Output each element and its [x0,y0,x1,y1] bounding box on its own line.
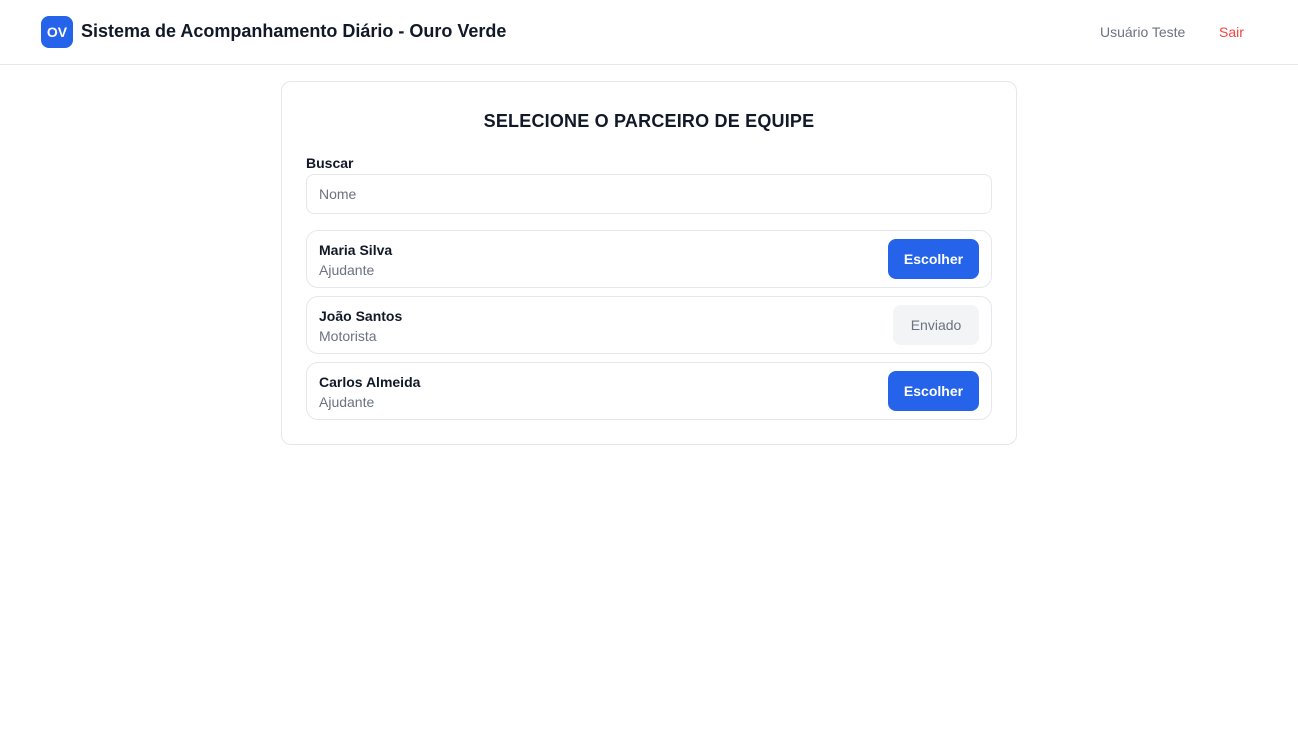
choose-button[interactable]: Escolher [888,371,979,411]
partner-list: Maria Silva Ajudante Escolher João Santo… [306,230,992,428]
list-item: Maria Silva Ajudante Escolher [306,230,992,288]
list-item: João Santos Motorista Enviado [306,296,992,354]
app-logo: OV [41,16,73,48]
partner-name: João Santos [319,308,403,324]
partner-role: Ajudante [319,394,375,410]
app-title: Sistema de Acompanhamento Diário - Ouro … [81,21,507,41]
search-label: Buscar [306,155,354,171]
partner-role: Ajudante [319,262,375,278]
list-item: Carlos Almeida Ajudante Escolher [306,362,992,420]
partner-role: Motorista [319,328,377,344]
sent-status-button: Enviado [893,305,979,345]
choose-button[interactable]: Escolher [888,239,979,279]
search-input[interactable] [306,174,992,214]
logout-link[interactable]: Sair [1219,24,1244,40]
partner-selection-card: SELECIONE O PARCEIRO DE EQUIPE Buscar Ma… [281,81,1017,445]
logo-text: OV [46,24,68,40]
top-bar: OV Sistema de Acompanhamento Diário - Ou… [0,0,1298,65]
page-title: SELECIONE O PARCEIRO DE EQUIPE [483,111,815,131]
current-user-name: Usuário Teste [1100,24,1186,40]
partner-name: Maria Silva [319,242,393,258]
partner-name: Carlos Almeida [319,374,421,390]
